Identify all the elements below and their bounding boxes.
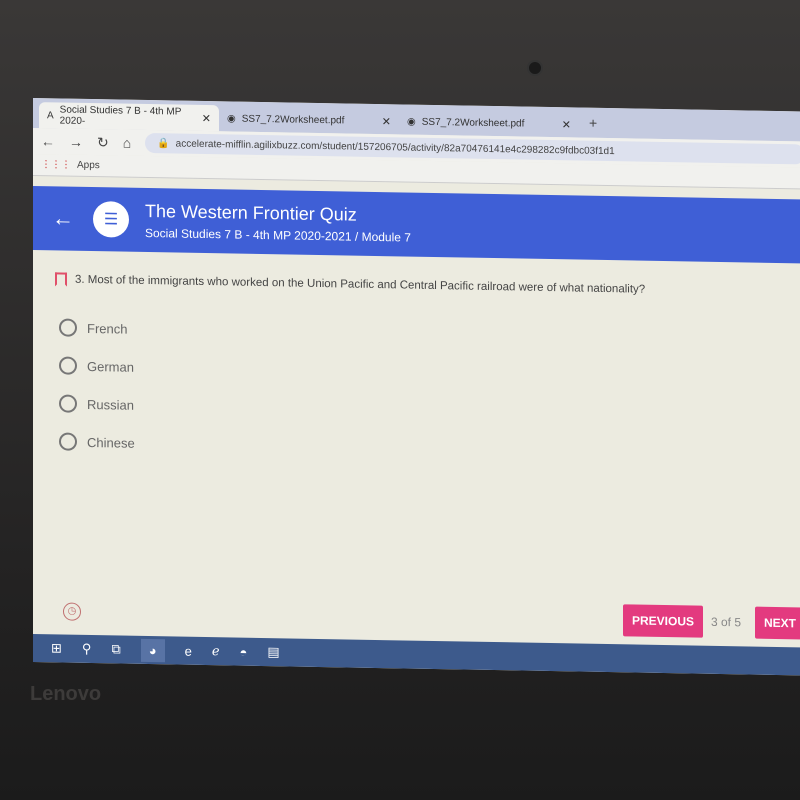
edge-icon[interactable]: e (185, 643, 192, 658)
apps-link[interactable]: Apps (77, 160, 100, 171)
chrome-icon[interactable]: ◕ (140, 638, 165, 662)
option-german[interactable]: German (59, 346, 135, 385)
radio-button[interactable] (59, 318, 77, 337)
task-view-icon[interactable]: ⧉ (111, 641, 120, 657)
close-icon[interactable]: ✕ (382, 115, 391, 128)
quiz-header: ← ☰ The Western Frontier Quiz Social Stud… (33, 186, 800, 264)
back-icon[interactable]: ← (41, 133, 55, 149)
lock-icon: 🔒 (157, 137, 170, 149)
file-explorer-icon[interactable]: ▤ (267, 644, 279, 660)
tab-worksheet-1[interactable]: ◉ SS7_7.2Worksheet.pdf ✕ (219, 105, 399, 134)
question: 3. Most of the immigrants who worked on … (55, 272, 800, 299)
home-icon[interactable]: ⌂ (123, 135, 131, 151)
page-count: 3 of 5 (711, 614, 742, 630)
globe-icon: ◉ (227, 112, 236, 125)
agilix-icon: A (47, 109, 54, 121)
tab-worksheet-2[interactable]: ◉ SS7_7.2Worksheet.pdf ✕ (399, 108, 579, 137)
clock-icon[interactable]: ◷ (63, 602, 81, 621)
bookmark-flag-icon[interactable] (55, 272, 67, 287)
radio-button[interactable] (59, 356, 77, 375)
answer-options: French German Russian Chinese (59, 308, 135, 461)
apps-grid-icon: ⋮⋮⋮ (41, 159, 71, 171)
radio-button[interactable] (59, 394, 77, 413)
webcam (527, 60, 543, 76)
windows-start-icon[interactable]: ⊞ (51, 640, 62, 656)
option-russian[interactable]: Russian (59, 384, 135, 423)
quiz-list-icon: ☰ (93, 201, 129, 238)
next-button[interactable]: NEXT (755, 606, 800, 640)
previous-button[interactable]: PREVIOUS (623, 604, 703, 638)
lenovo-logo: Lenovo (30, 683, 102, 705)
internet-explorer-icon[interactable]: ℯ (212, 643, 220, 659)
globe-icon: ◉ (407, 116, 416, 128)
back-arrow-icon[interactable]: ← (33, 205, 93, 232)
page-title: The Western Frontier Quiz (145, 200, 357, 225)
close-icon[interactable]: ✕ (562, 118, 571, 131)
new-tab-button[interactable]: + (579, 115, 607, 131)
reload-icon[interactable]: ↻ (97, 134, 109, 151)
tab-quiz[interactable]: A Social Studies 7 B - 4th MP 2020- ✕ (39, 102, 219, 132)
option-chinese[interactable]: Chinese (59, 422, 135, 461)
screen: A Social Studies 7 B - 4th MP 2020- ✕ ◉ SS7… (33, 98, 800, 676)
radio-button[interactable] (59, 432, 77, 451)
option-french[interactable]: French (59, 308, 135, 347)
close-icon[interactable]: ✕ (202, 111, 211, 124)
search-icon[interactable]: ⚲ (82, 641, 92, 657)
forward-icon[interactable]: → (69, 134, 83, 150)
photos-icon[interactable]: ◓ (240, 644, 248, 659)
breadcrumb: Social Studies 7 B - 4th MP 2020-2021 / … (145, 225, 411, 245)
